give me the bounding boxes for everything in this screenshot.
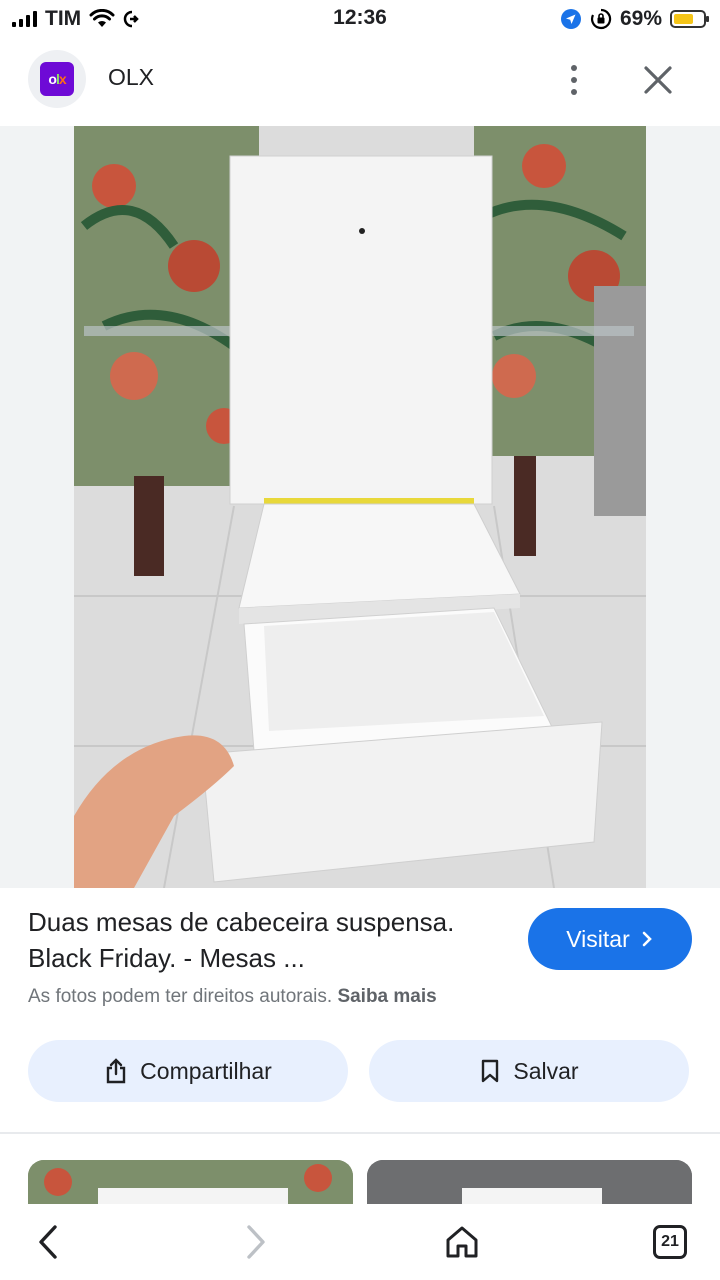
chevron-right-icon: [642, 931, 652, 947]
tabs-button[interactable]: 21: [646, 1218, 694, 1266]
nightstand-photo: [74, 126, 646, 888]
olx-logo-icon: olx: [40, 62, 74, 96]
browser-toolbar: 21: [0, 1204, 720, 1280]
viewer-header: olx OLX: [0, 40, 720, 122]
section-divider: [0, 1132, 720, 1134]
bookmark-icon: [482, 1059, 499, 1083]
status-right: 69%: [560, 6, 709, 32]
home-icon: [446, 1226, 478, 1258]
orientation-lock-icon: [590, 8, 612, 30]
forward-button[interactable]: [232, 1218, 280, 1266]
site-avatar[interactable]: olx: [28, 50, 86, 108]
save-label: Salvar: [513, 1057, 579, 1084]
back-button[interactable]: [24, 1218, 72, 1266]
image-viewer: [0, 126, 720, 888]
related-image[interactable]: [367, 1160, 692, 1204]
result-title[interactable]: Duas mesas de cabeceira suspensa. Black …: [28, 904, 508, 976]
close-icon: [644, 66, 672, 94]
copyright-note: As fotos podem ter direitos autorais. Sa…: [28, 986, 437, 1008]
learn-more-link[interactable]: Saiba mais: [337, 986, 436, 1007]
share-icon: [106, 1058, 126, 1084]
battery-icon: [670, 10, 709, 28]
share-label: Compartilhar: [140, 1057, 272, 1084]
home-button[interactable]: [438, 1218, 486, 1266]
chevron-left-icon: [39, 1225, 57, 1259]
location-icon: [560, 9, 581, 29]
close-button[interactable]: [636, 58, 680, 102]
share-button[interactable]: Compartilhar: [28, 1040, 348, 1102]
more-options-button[interactable]: [552, 58, 596, 102]
chevron-right-icon: [247, 1225, 265, 1259]
visit-button[interactable]: Visitar: [528, 908, 692, 970]
result-image[interactable]: [74, 126, 646, 888]
tabs-count: 21: [653, 1225, 687, 1259]
site-name[interactable]: OLX: [108, 64, 154, 91]
save-button[interactable]: Salvar: [369, 1040, 689, 1102]
visit-label: Visitar: [566, 925, 630, 952]
more-vertical-icon: [571, 65, 577, 71]
copyright-text: As fotos podem ter direitos autorais.: [28, 986, 333, 1007]
battery-percent: 69%: [619, 7, 662, 30]
related-image[interactable]: [28, 1160, 353, 1204]
status-bar: TIM 12:36 69%: [0, 0, 720, 40]
